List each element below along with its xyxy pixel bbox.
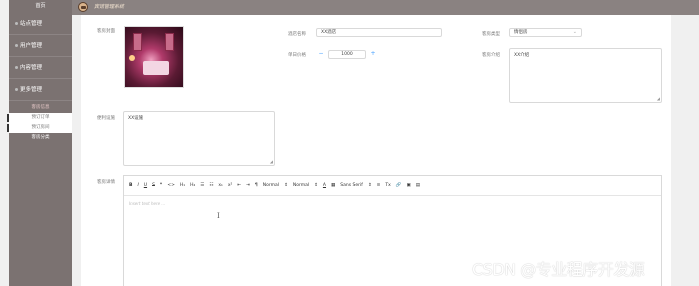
size-select-arrow-icon[interactable]: ⇕	[284, 183, 288, 188]
room-type-select[interactable]: 情侣房 ⌄	[509, 28, 582, 37]
intro-value: XX介绍	[514, 53, 530, 58]
text-cursor-icon: I	[217, 212, 220, 220]
cover-label: 客房封面	[97, 29, 115, 34]
video-icon[interactable]: ▤	[416, 183, 420, 188]
app-title: 宾馆管理系统	[94, 4, 125, 10]
sidebar-item-site[interactable]: 站点管理	[9, 13, 72, 35]
superscript-button[interactable]: x²	[228, 183, 232, 188]
hotel-name-input[interactable]: XX酒店	[316, 28, 442, 37]
price-value[interactable]: 1000	[328, 50, 366, 59]
sidebar-sub-categories[interactable]: 客房分类	[9, 133, 72, 143]
ordered-list-icon[interactable]: ☰	[200, 183, 204, 188]
subscript-button[interactable]: x₁	[218, 183, 222, 188]
clear-format-icon[interactable]: Tx	[385, 183, 390, 188]
resize-grip-icon[interactable]: ◢	[657, 96, 660, 101]
sidebar-item-label: 用户管理	[20, 43, 43, 49]
details-label: 客房详情	[97, 180, 115, 185]
bullet-list-icon[interactable]: ☷	[209, 183, 213, 188]
price-label: 单日价格	[288, 53, 306, 58]
resize-grip-icon[interactable]: ◢	[270, 159, 273, 164]
italic-button[interactable]: I	[137, 183, 138, 188]
sidebar-item-label: 站点管理	[20, 21, 43, 27]
lamp-shape	[129, 55, 135, 61]
editor-placeholder: Insert text here ...	[129, 201, 166, 206]
sidebar: 首页 站点管理 用户管理 内容管理 更多管理 客房信息 预订订单 预订房间 客房…	[7, 0, 72, 286]
window-shape	[165, 33, 174, 51]
font-select[interactable]: Sans Serif	[340, 183, 363, 188]
price-plus-button[interactable]: +	[368, 50, 378, 59]
intro-textarea[interactable]: XX介绍 ◢	[509, 48, 662, 103]
price-stepper[interactable]: − 1000 +	[316, 50, 378, 59]
sidebar-item-users[interactable]: 用户管理	[9, 35, 72, 57]
hotel-name-label: 酒店名称	[288, 32, 306, 37]
underline-button[interactable]: U	[144, 183, 147, 188]
indent-icon[interactable]: ⇥	[246, 183, 250, 188]
sidebar-item-label: 内容管理	[20, 65, 43, 71]
outdent-icon[interactable]: ⇤	[237, 183, 241, 188]
room-type-label: 客房类型	[482, 32, 500, 37]
sidebar-section-title: 客房信息	[31, 105, 50, 110]
sidebar-sub-rooms[interactable]: 预订房间	[7, 123, 72, 133]
sidebar-sub-orders[interactable]: 预订订单	[7, 113, 72, 123]
intro-label: 客房介绍	[482, 53, 500, 58]
bullet-icon	[15, 66, 18, 69]
header-select[interactable]: Normal	[293, 183, 309, 188]
align-icon[interactable]: ≡	[377, 183, 381, 188]
logo-icon	[78, 2, 88, 12]
font-select-arrow-icon[interactable]: ⇕	[368, 183, 372, 188]
window-shape	[133, 33, 142, 51]
facilities-value: XX设施	[128, 116, 144, 121]
app-window: 首页 站点管理 用户管理 内容管理 更多管理 客房信息 预订订单 预订房间 客房…	[0, 0, 699, 286]
image-icon[interactable]: ▣	[406, 183, 410, 188]
chevron-down-icon: ⌄	[572, 29, 577, 35]
bold-button[interactable]: B	[129, 183, 132, 188]
heading1-button[interactable]: H₁	[180, 183, 185, 188]
bullet-icon	[15, 88, 18, 91]
code-icon[interactable]: <>	[167, 183, 175, 188]
strike-button[interactable]: S	[152, 183, 155, 188]
sidebar-item-content[interactable]: 内容管理	[9, 57, 72, 79]
editor-toolbar: B I U S ❞ <> H₁ H₂ ☰ ☷ x₁ x² ⇤ ⇥ ¶ Norma…	[124, 176, 661, 196]
bullet-icon	[15, 22, 18, 25]
bullet-icon	[15, 44, 18, 47]
facilities-label: 便利设施	[97, 116, 115, 121]
sidebar-item-more[interactable]: 更多管理	[9, 79, 72, 101]
cover-image[interactable]	[124, 26, 184, 88]
blockquote-icon[interactable]: ❞	[160, 183, 162, 188]
watermark: CSDN @专业程序开发源	[472, 260, 645, 279]
price-minus-button[interactable]: −	[316, 50, 326, 59]
top-bar: 宾馆管理系统	[72, 0, 699, 15]
font-color-icon[interactable]: A	[323, 183, 326, 188]
text-direction-icon[interactable]: ¶	[255, 183, 258, 188]
size-select[interactable]: Normal	[263, 183, 279, 188]
heading2-button[interactable]: H₂	[190, 183, 195, 188]
room-type-value: 情侣房	[514, 30, 528, 35]
background-color-icon[interactable]: ▦	[331, 183, 335, 188]
form-panel: 客房封面 酒店名称 XX酒店 客房类型 情侣房 ⌄ 单日价格 − 1000 + 客…	[81, 15, 671, 286]
sidebar-home[interactable]: 首页	[9, 0, 72, 13]
facilities-textarea[interactable]: XX设施 ◢	[123, 111, 275, 166]
sidebar-item-label: 更多管理	[20, 87, 43, 93]
bed-shape	[143, 61, 169, 75]
link-icon[interactable]: 🔗	[396, 183, 402, 188]
header-select-arrow-icon[interactable]: ⇕	[314, 183, 318, 188]
